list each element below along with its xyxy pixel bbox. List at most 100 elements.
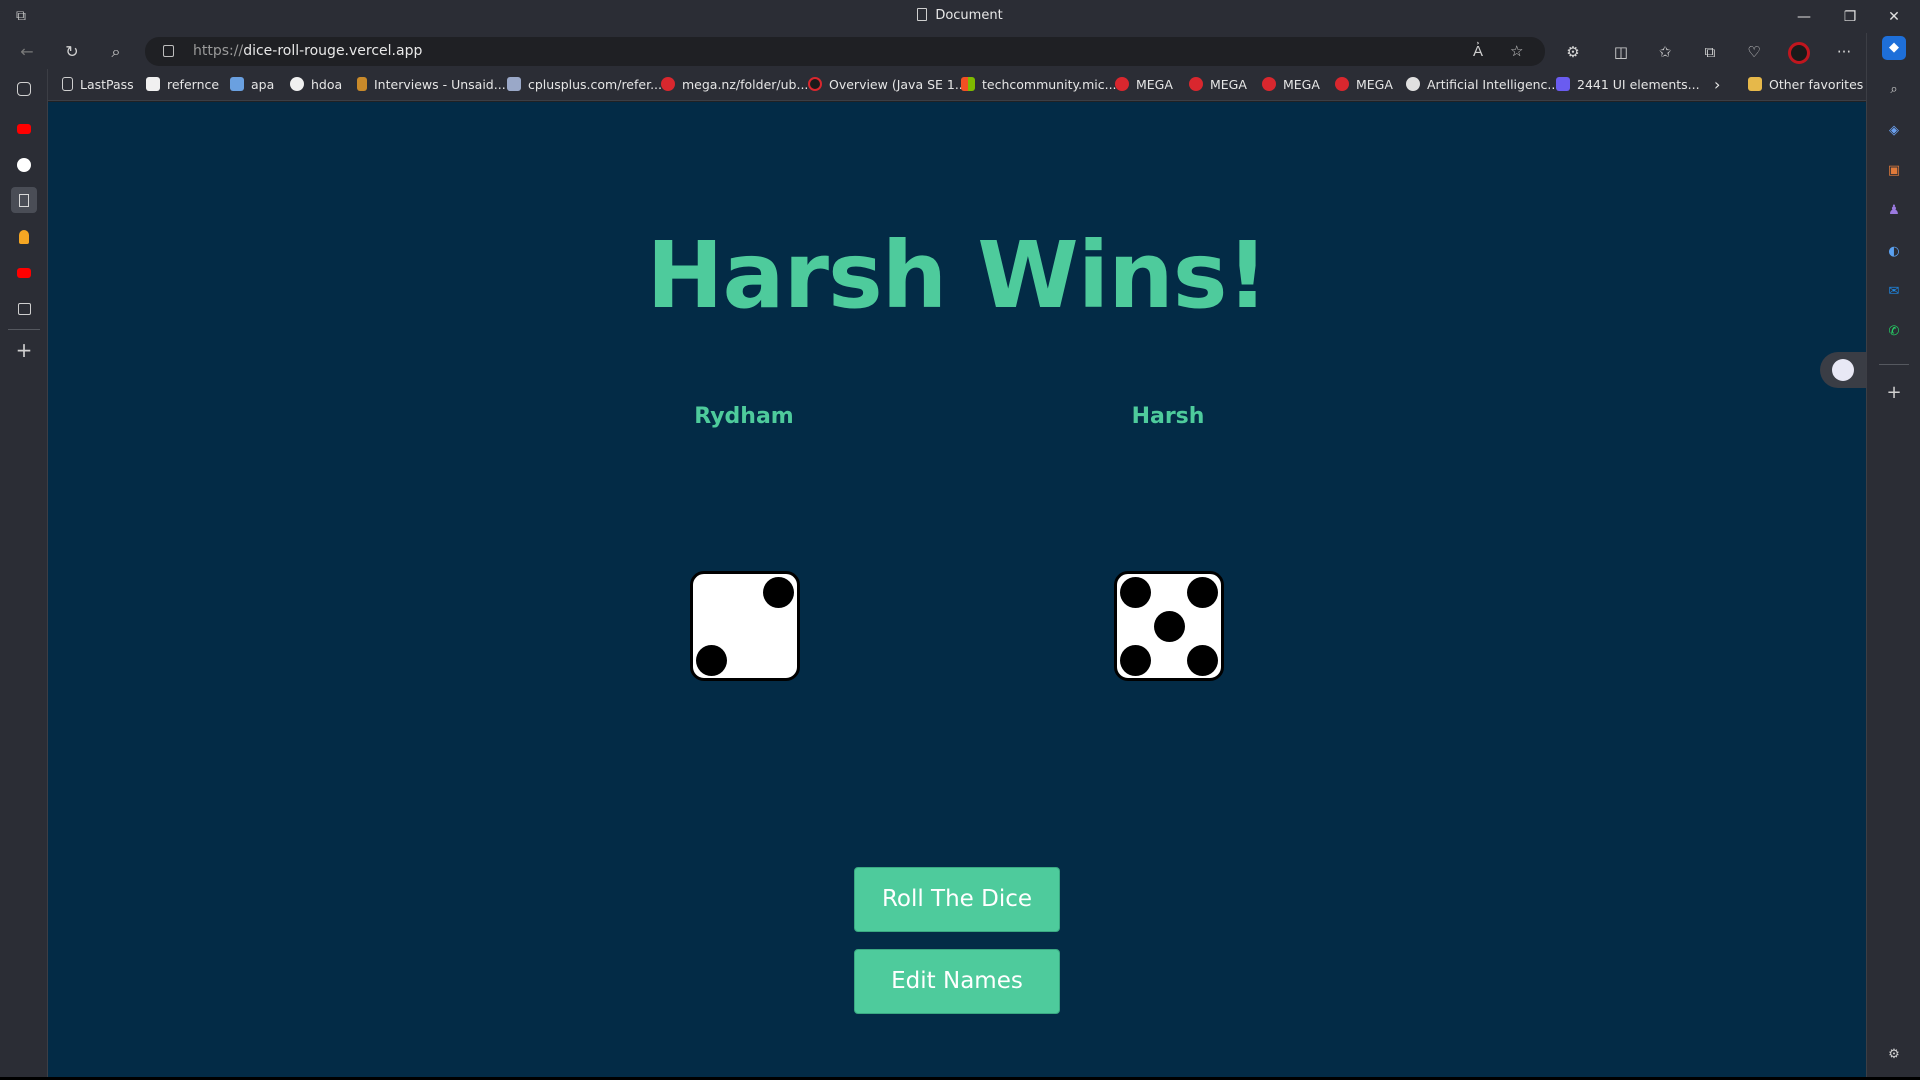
die-pip — [763, 577, 794, 608]
google-icon — [290, 77, 304, 91]
favorite-item[interactable]: Artificial Intelligenc... — [1406, 76, 1559, 94]
url-protocol: https:// — [193, 43, 244, 59]
favorite-item[interactable]: apa — [230, 76, 274, 94]
favorite-item[interactable]: refernce — [146, 76, 219, 94]
edit-names-button[interactable]: Edit Names — [854, 949, 1060, 1014]
favorite-label: apa — [251, 77, 275, 92]
microsoft-365-icon[interactable]: ◐ — [1882, 240, 1906, 264]
copilot-float-button[interactable] — [1820, 352, 1866, 388]
apa-icon — [230, 77, 244, 91]
favorite-item[interactable]: mega.nz/folder/ub... — [661, 76, 808, 94]
edge-sidebar: ◆ ⌕ ◈ ▣ ♟ ◐ ✉ ✆ + ⚙ — [1866, 33, 1920, 1080]
window-title: Document — [0, 8, 1920, 23]
favorite-label: refernce — [167, 77, 220, 92]
tab-document-active[interactable] — [11, 187, 37, 213]
favorite-label: mega.nz/folder/ub... — [682, 77, 809, 92]
sidebar-divider — [8, 329, 40, 330]
games-icon[interactable]: ♟ — [1882, 199, 1906, 223]
player-2-die — [1114, 571, 1224, 681]
java-icon — [808, 77, 822, 91]
favorite-item[interactable]: cplusplus.com/refer... — [507, 76, 662, 94]
favorite-label: 2441 UI elements... — [1577, 77, 1700, 92]
browser-essentials-icon[interactable]: ♡ — [1741, 39, 1767, 65]
amazon-icon — [146, 77, 160, 91]
favorite-label: Artificial Intelligenc... — [1427, 77, 1560, 92]
firebase-icon — [19, 229, 29, 244]
tab-youtube-2[interactable] — [11, 259, 37, 285]
url-text[interactable]: https://dice-roll-rouge.vercel.app — [193, 43, 422, 59]
folder-icon — [1748, 77, 1762, 91]
split-screen-icon[interactable]: ◫ — [1608, 39, 1634, 65]
tab-youtube[interactable] — [11, 115, 37, 141]
youtube-icon — [17, 123, 31, 134]
favorite-star-icon[interactable]: ☆ — [1510, 42, 1523, 60]
bookmark-icon — [62, 77, 73, 91]
ui-elements-icon — [1556, 77, 1570, 91]
mega-icon — [1262, 77, 1276, 91]
favorite-item[interactable]: LastPass — [62, 76, 134, 94]
new-tab-plus-icon[interactable]: + — [11, 337, 37, 363]
winner-heading: Harsh Wins! — [646, 222, 1269, 329]
favorites-bar: LastPass refernce apa hdoa Interviews - … — [0, 69, 1920, 101]
address-bar[interactable]: https://dice-roll-rouge.vercel.app A͐ ☆ — [145, 37, 1545, 66]
favorite-item[interactable]: MEGA — [1262, 76, 1320, 94]
favorite-label: cplusplus.com/refer... — [528, 77, 662, 92]
outlook-icon[interactable]: ✉ — [1882, 280, 1906, 304]
mega-icon — [1335, 77, 1349, 91]
url-host: dice-roll-rouge.vercel.app — [243, 43, 423, 59]
mega-icon — [1189, 77, 1203, 91]
profile-avatar[interactable] — [1786, 39, 1812, 65]
favorite-item[interactable]: techcommunity.mic... — [961, 76, 1117, 94]
die-pip — [1120, 645, 1151, 676]
roll-dice-button[interactable]: Roll The Dice — [854, 867, 1060, 932]
favorites-overflow-chevron-icon[interactable]: › — [1714, 76, 1720, 94]
die-pip — [1120, 577, 1151, 608]
favorite-item[interactable]: MEGA — [1335, 76, 1393, 94]
other-favorites-folder[interactable]: Other favorites — [1748, 76, 1863, 94]
favorite-item[interactable]: MEGA — [1115, 76, 1173, 94]
favorite-label: MEGA — [1356, 77, 1393, 92]
shopping-icon[interactable]: ◈ — [1882, 119, 1906, 143]
tools-icon[interactable]: ▣ — [1882, 159, 1906, 183]
lock-icon[interactable] — [163, 45, 174, 57]
youtube-icon — [17, 267, 31, 278]
microsoft-icon — [961, 77, 975, 91]
search-sidebar-icon[interactable]: ⌕ — [1882, 78, 1906, 102]
tab-actions-icon[interactable] — [17, 82, 31, 96]
collections-icon[interactable]: ⧉ — [1697, 39, 1723, 65]
die-pip — [1187, 645, 1218, 676]
whatsapp-icon[interactable]: ✆ — [1882, 320, 1906, 344]
reload-button[interactable]: ↻ — [59, 39, 85, 65]
window-title-text: Document — [935, 8, 1003, 23]
favorite-label: techcommunity.mic... — [982, 77, 1117, 92]
restore-button[interactable]: ❐ — [1832, 4, 1868, 30]
minimize-button[interactable]: — — [1786, 4, 1822, 30]
sidebar-settings-gear-icon[interactable]: ⚙ — [1882, 1043, 1906, 1067]
search-icon[interactable]: ⌕ — [103, 39, 129, 65]
navigation-bar: ← ↻ ⌕ https://dice-roll-rouge.vercel.app… — [0, 33, 1920, 69]
favorites-icon[interactable]: ✩ — [1652, 39, 1678, 65]
player-2-name: Harsh — [1131, 404, 1205, 429]
tab-vercel[interactable] — [11, 151, 37, 177]
vercel-icon — [17, 157, 31, 172]
title-bar: ⧉ Document — ❐ ✕ — [0, 0, 1920, 33]
favorite-item[interactable]: Overview (Java SE 1... — [808, 76, 967, 94]
read-aloud-icon[interactable]: A͐ — [1473, 42, 1483, 60]
more-menu-icon[interactable]: ··· — [1831, 39, 1857, 65]
page-content: Harsh Wins! Rydham Harsh Roll The Dice E… — [48, 102, 1866, 1077]
cplusplus-icon — [507, 77, 521, 91]
add-sidebar-app-plus-icon[interactable]: + — [1882, 381, 1906, 405]
tab-firebase[interactable] — [11, 223, 37, 249]
back-button[interactable]: ← — [14, 39, 40, 65]
extensions-icon[interactable]: ⚙ — [1560, 39, 1586, 65]
player-1-name: Rydham — [694, 404, 794, 429]
favorite-item[interactable]: Interviews - Unsaid... — [357, 76, 506, 94]
favorite-item[interactable]: MEGA — [1189, 76, 1247, 94]
tab-calendar[interactable] — [11, 295, 37, 321]
die-pip — [1187, 577, 1218, 608]
close-button[interactable]: ✕ — [1876, 4, 1912, 30]
favorite-label: LastPass — [80, 77, 134, 92]
favorite-item[interactable]: 2441 UI elements... — [1556, 76, 1700, 94]
copilot-sidebar-icon[interactable]: ◆ — [1882, 36, 1906, 60]
favorite-item[interactable]: hdoa — [290, 76, 342, 94]
